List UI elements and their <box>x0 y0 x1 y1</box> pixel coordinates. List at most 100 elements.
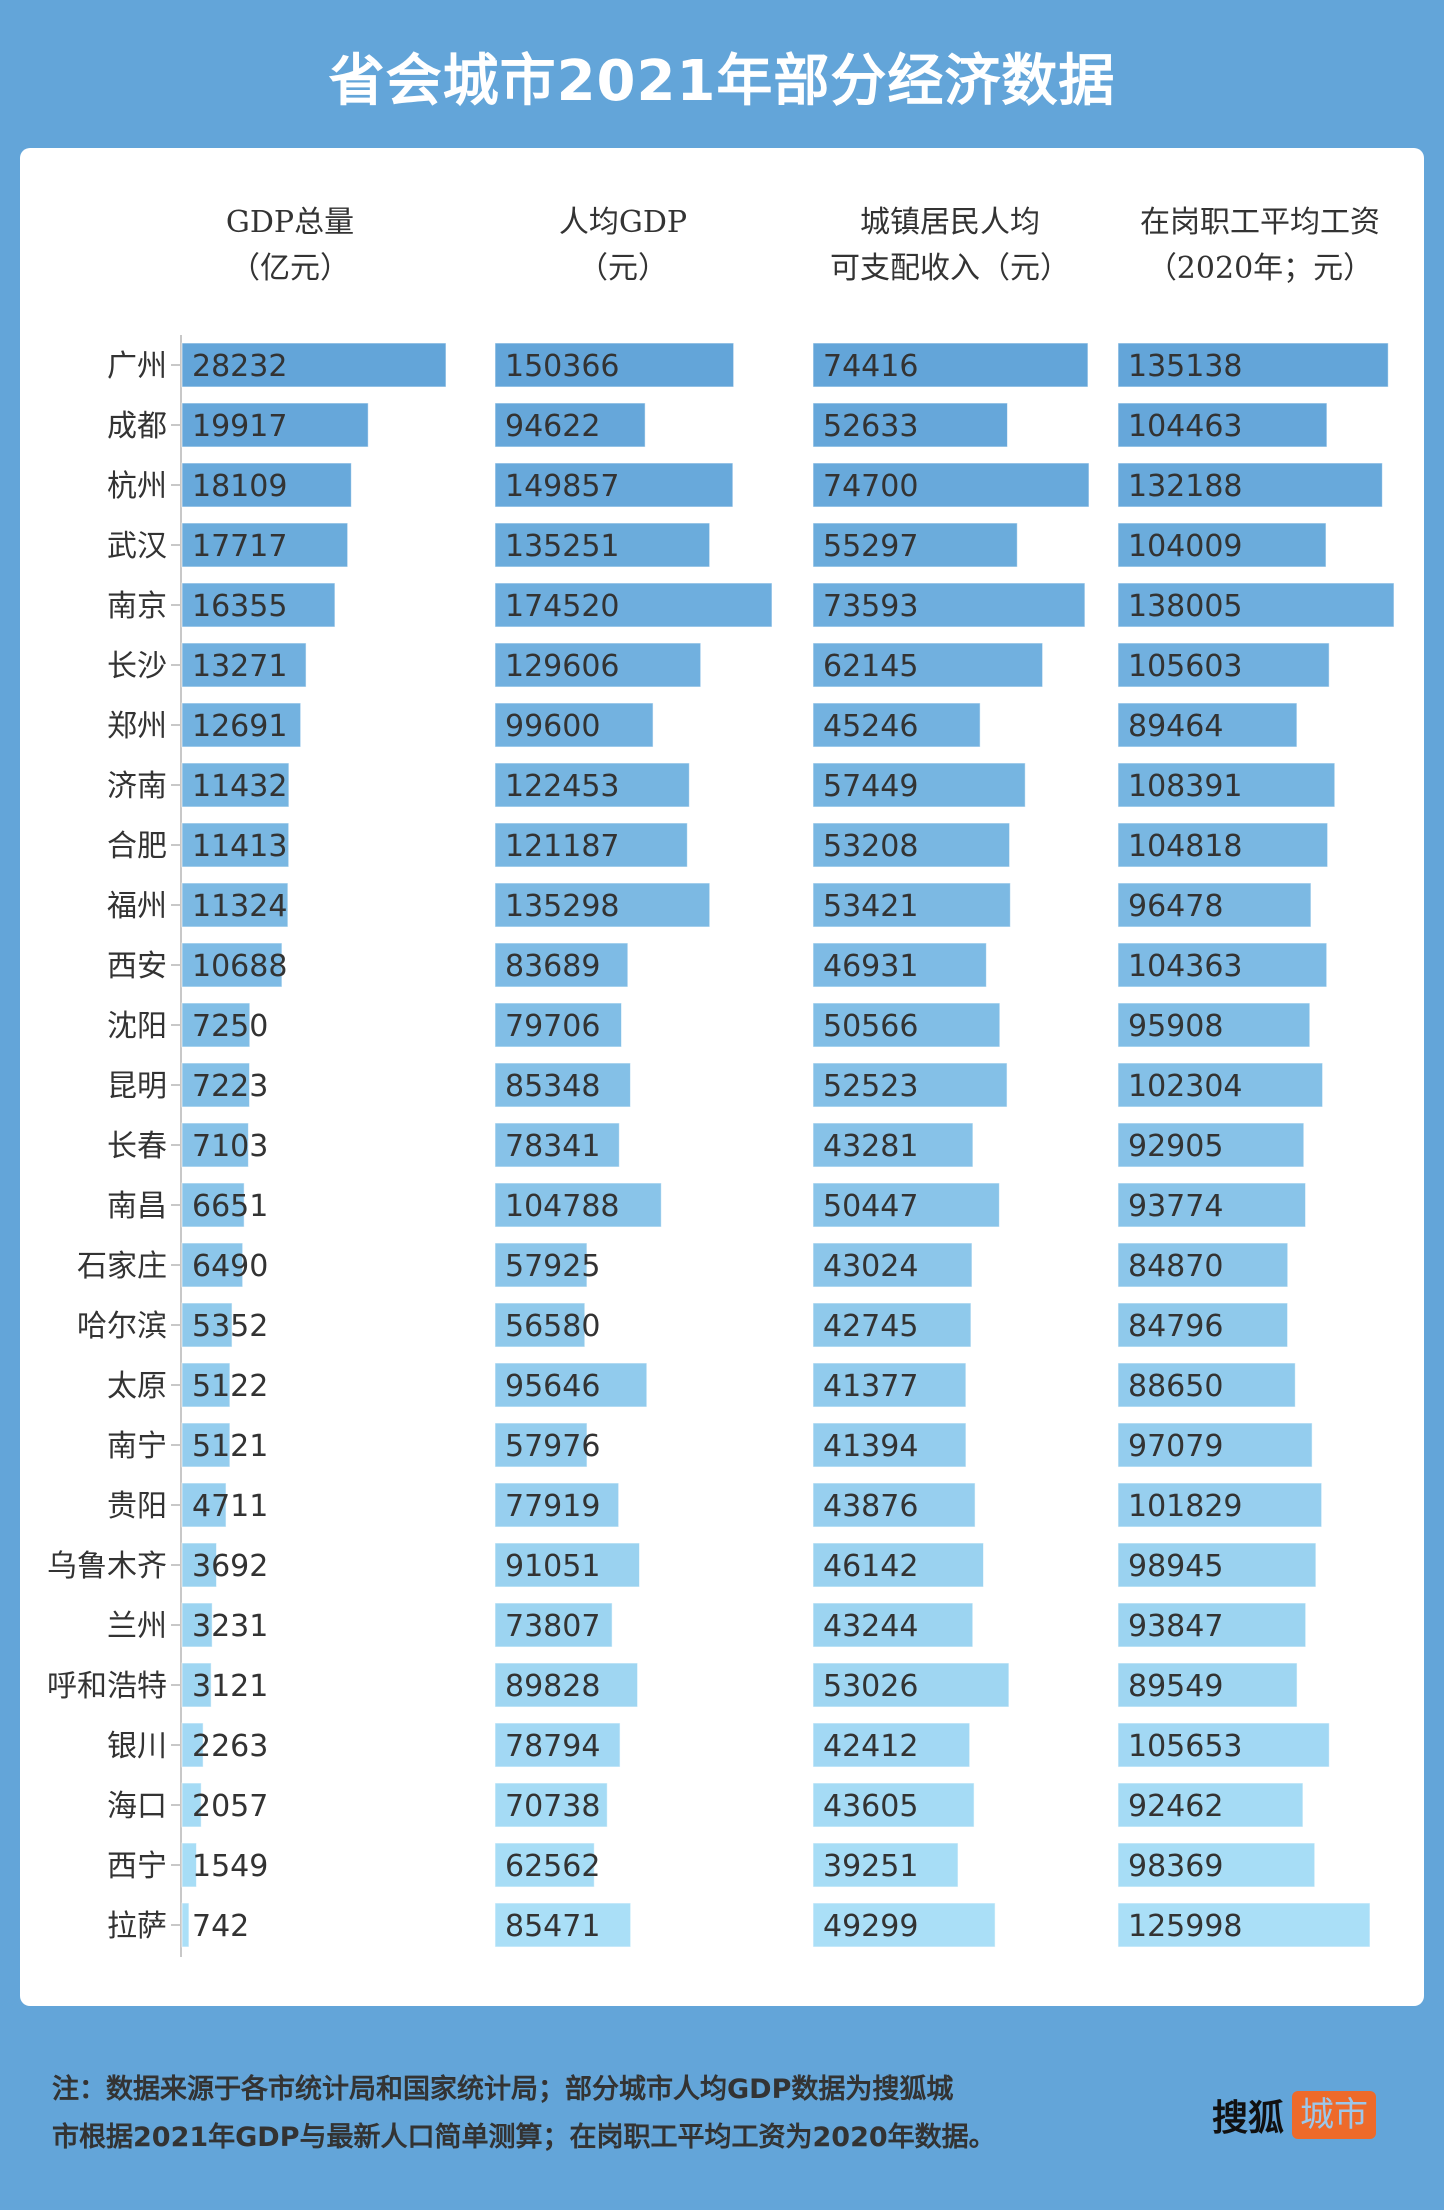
city-label: 南昌 <box>107 1189 167 1224</box>
bar-value-label: 96478 <box>1128 889 1223 924</box>
bar-value-label: 50447 <box>823 1189 918 1224</box>
bar-value-label: 57976 <box>505 1429 600 1464</box>
bar-value-label: 42745 <box>823 1309 918 1344</box>
bar-value-label: 19917 <box>192 409 287 444</box>
city-label: 兰州 <box>107 1609 167 1644</box>
bar-value-label: 1549 <box>192 1849 268 1884</box>
bar-value-label: 7250 <box>192 1009 268 1044</box>
city-label: 福州 <box>107 889 167 924</box>
bar-value-label: 43281 <box>823 1129 918 1164</box>
bar-value-label: 93774 <box>1128 1189 1223 1224</box>
bar-value-label: 104818 <box>1128 829 1243 864</box>
bar-value-label: 102304 <box>1128 1069 1243 1104</box>
bar-value-label: 57925 <box>505 1249 600 1284</box>
bar-value-label: 104463 <box>1128 409 1243 444</box>
bar-value-label: 7223 <box>192 1069 268 1104</box>
bar-value-label: 43605 <box>823 1789 918 1824</box>
bar-value-label: 4711 <box>192 1489 268 1524</box>
bar-value-label: 18109 <box>192 469 287 504</box>
city-label: 昆明 <box>107 1069 167 1104</box>
city-label: 南京 <box>107 589 167 624</box>
bar-value-label: 43244 <box>823 1609 918 1644</box>
bar-value-label: 13271 <box>192 649 287 684</box>
bar-value-label: 50566 <box>823 1009 918 1044</box>
bar-value-label: 742 <box>192 1909 249 1944</box>
bar-value-label: 78341 <box>505 1129 600 1164</box>
city-label: 沈阳 <box>107 1009 167 1044</box>
bar-value-label: 73593 <box>823 589 918 624</box>
bar-value-label: 135138 <box>1128 349 1243 384</box>
bar-value-label: 5122 <box>192 1369 268 1404</box>
bar-value-label: 45246 <box>823 709 918 744</box>
bar-value-label: 149857 <box>505 469 620 504</box>
bar-value-label: 70738 <box>505 1789 600 1824</box>
bar-value-label: 92905 <box>1128 1129 1223 1164</box>
bar-value-label: 122453 <box>505 769 620 804</box>
city-label: 西宁 <box>107 1849 167 1884</box>
bar-value-label: 53026 <box>823 1669 918 1704</box>
bar-value-label: 41377 <box>823 1369 918 1404</box>
footer-note-line2: 市根据2021年GDP与最新人口简单测算；在岗职工平均工资为2020年数据。 <box>52 2122 996 2153</box>
bar-value-label: 3121 <box>192 1669 268 1704</box>
bar-value-label: 7103 <box>192 1129 268 1164</box>
bar-value-label: 84796 <box>1128 1309 1223 1344</box>
city-label: 海口 <box>107 1789 167 1824</box>
bar-value-label: 79706 <box>505 1009 600 1044</box>
bar-value-label: 105653 <box>1128 1729 1243 1764</box>
bar-value-label: 3692 <box>192 1549 268 1584</box>
bar-value-label: 41394 <box>823 1429 918 1464</box>
bar-value-label: 43024 <box>823 1249 918 1284</box>
city-label: 成都 <box>107 409 167 444</box>
bar-value-label: 62562 <box>505 1849 600 1884</box>
bar-value-label: 98369 <box>1128 1849 1223 1884</box>
bar-value-label: 105603 <box>1128 649 1243 684</box>
bar-value-label: 101829 <box>1128 1489 1243 1524</box>
bar-value-label: 129606 <box>505 649 620 684</box>
bar-value-label: 99600 <box>505 709 600 744</box>
bar-value-label: 2057 <box>192 1789 268 1824</box>
bar-value-label: 85348 <box>505 1069 600 1104</box>
bar-value-label: 53208 <box>823 829 918 864</box>
bar-value-label: 10688 <box>192 949 287 984</box>
bar-value-label: 92462 <box>1128 1789 1223 1824</box>
bar-value-label: 125998 <box>1128 1909 1243 1944</box>
bar-value-label: 97079 <box>1128 1429 1223 1464</box>
bar-value-label: 74700 <box>823 469 918 504</box>
bar-value-label: 55297 <box>823 529 918 564</box>
bar-value-label: 28232 <box>192 349 287 384</box>
bar-value-label: 42412 <box>823 1729 918 1764</box>
city-label: 呼和浩特 <box>47 1669 167 1704</box>
bar-value-label: 89549 <box>1128 1669 1223 1704</box>
bar-value-label: 104363 <box>1128 949 1243 984</box>
bar-chart: 广州成都杭州武汉南京长沙郑州济南合肥福州西安沈阳昆明长春南昌石家庄哈尔滨太原南宁… <box>47 335 1395 1957</box>
city-label: 哈尔滨 <box>77 1309 167 1344</box>
bar-value-label: 16355 <box>192 589 287 624</box>
bar-value-label: 84870 <box>1128 1249 1223 1284</box>
bar-value-label: 174520 <box>505 589 620 624</box>
bar-value-label: 39251 <box>823 1849 918 1884</box>
bar-value-label: 53421 <box>823 889 918 924</box>
city-label: 长沙 <box>107 649 167 684</box>
bar-value-label: 78794 <box>505 1729 600 1764</box>
bar-value-label: 104009 <box>1128 529 1243 564</box>
bar-value-label: 85471 <box>505 1909 600 1944</box>
bar-value-label: 94622 <box>505 409 600 444</box>
bar-value-label: 89464 <box>1128 709 1223 744</box>
bar-value-label: 104788 <box>505 1189 620 1224</box>
city-label: 石家庄 <box>77 1249 167 1284</box>
city-label: 合肥 <box>107 829 167 864</box>
bar-series-1 <box>181 1902 190 1948</box>
city-label: 杭州 <box>107 469 167 504</box>
city-label: 武汉 <box>107 529 167 564</box>
city-label: 广州 <box>107 349 167 384</box>
bar-value-label: 135298 <box>505 889 620 924</box>
sohu-city-logo: 搜狐 城市 <box>1212 2090 1377 2140</box>
bar-value-label: 121187 <box>505 829 620 864</box>
bar-value-label: 46142 <box>823 1549 918 1584</box>
bar-value-label: 95646 <box>505 1369 600 1404</box>
bar-value-label: 74416 <box>823 349 918 384</box>
bar-value-label: 17717 <box>192 529 287 564</box>
bar-value-label: 108391 <box>1128 769 1243 804</box>
city-label: 郑州 <box>107 709 167 744</box>
bar-value-label: 11432 <box>192 769 287 804</box>
